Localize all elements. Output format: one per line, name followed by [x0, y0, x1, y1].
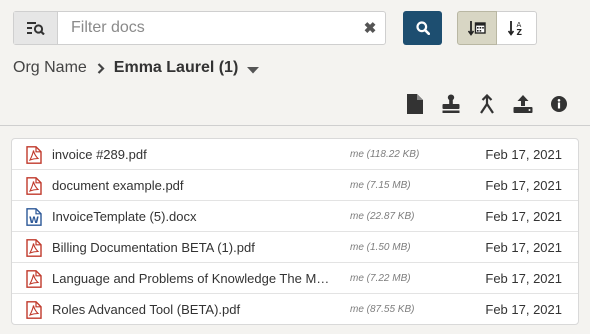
document-list: invoice #289.pdf me (118.22 KB) Feb 17, 20… — [11, 138, 579, 325]
sort-alpha-icon: A Z — [507, 21, 522, 36]
document-date: Feb 17, 2021 — [485, 270, 562, 286]
document-date: Feb 17, 2021 — [485, 177, 562, 193]
document-date: Feb 17, 2021 — [485, 301, 562, 317]
document-name[interactable]: InvoiceTemplate (5).docx — [52, 209, 336, 224]
document-name[interactable]: invoice #289.pdf — [52, 147, 336, 162]
document-owner-size: me (1.50 MB) — [350, 241, 411, 253]
new-document-icon[interactable] — [404, 93, 426, 115]
sort-by-date-button[interactable] — [457, 11, 497, 45]
document-date: Feb 17, 2021 — [485, 239, 562, 255]
document-row[interactable]: Language and Problems of Knowledge The M… — [12, 263, 578, 294]
document-name[interactable]: Roles Advanced Tool (BETA).pdf — [52, 302, 336, 317]
document-owner-size: me (118.22 KB) — [350, 148, 420, 160]
document-row[interactable]: document example.pdf me (7.15 MB) Feb 17, … — [12, 170, 578, 201]
upload-icon[interactable] — [512, 93, 534, 115]
document-owner-size: me (87.55 KB) — [350, 303, 415, 315]
document-date: Feb 17, 2021 — [485, 146, 562, 162]
document-row[interactable]: Roles Advanced Tool (BETA).pdf me (87.55 … — [12, 294, 578, 324]
filter-input[interactable] — [59, 12, 359, 44]
filter-search-icon[interactable] — [14, 12, 58, 44]
breadcrumb-org[interactable]: Org Name — [13, 59, 87, 77]
merge-icon[interactable] — [476, 93, 498, 115]
sort-toggle-group: A Z — [457, 11, 537, 45]
pdf-file-icon — [26, 301, 42, 319]
document-actions — [404, 93, 570, 115]
pdf-file-icon — [26, 270, 42, 288]
svg-text:W: W — [29, 216, 39, 226]
document-owner-size: me (22.87 KB) — [350, 210, 415, 222]
document-name[interactable]: Billing Documentation BETA (1).pdf — [52, 240, 336, 255]
info-icon[interactable] — [548, 93, 570, 115]
filter-group: ✖ — [13, 11, 386, 45]
pdf-file-icon — [26, 177, 42, 195]
pdf-file-icon — [26, 146, 42, 164]
document-name[interactable]: Language and Problems of Knowledge The M… — [52, 271, 336, 286]
sort-by-date-icon — [468, 21, 486, 36]
document-owner-size: me (7.15 MB) — [350, 179, 411, 191]
breadcrumb-current: Emma Laurel (1) — [113, 59, 239, 76]
divider — [0, 125, 590, 126]
chevron-right-icon — [97, 62, 105, 74]
document-row[interactable]: W InvoiceTemplate (5).docx me (22.87 KB) Fe… — [12, 201, 578, 232]
document-owner-size: me (7.22 MB) — [350, 272, 411, 284]
clear-filter-button[interactable]: ✖ — [361, 19, 379, 37]
document-name[interactable]: document example.pdf — [52, 178, 336, 193]
word-file-icon: W — [26, 208, 42, 226]
document-row[interactable]: invoice #289.pdf me (118.22 KB) Feb 17, 20… — [12, 139, 578, 170]
document-row[interactable]: Billing Documentation BETA (1).pdf me (1.… — [12, 232, 578, 263]
pdf-file-icon — [26, 239, 42, 257]
sort-alpha-button[interactable]: A Z — [497, 11, 537, 45]
caret-down-icon[interactable] — [247, 61, 260, 79]
svg-text:Z: Z — [516, 28, 522, 36]
search-icon — [415, 21, 430, 35]
stamp-icon[interactable] — [440, 93, 462, 115]
document-date: Feb 17, 2021 — [485, 208, 562, 224]
search-button[interactable] — [403, 11, 442, 45]
toolbar: ✖ A Z — [13, 11, 583, 45]
breadcrumb: Org Name Emma Laurel (1) — [13, 58, 260, 79]
